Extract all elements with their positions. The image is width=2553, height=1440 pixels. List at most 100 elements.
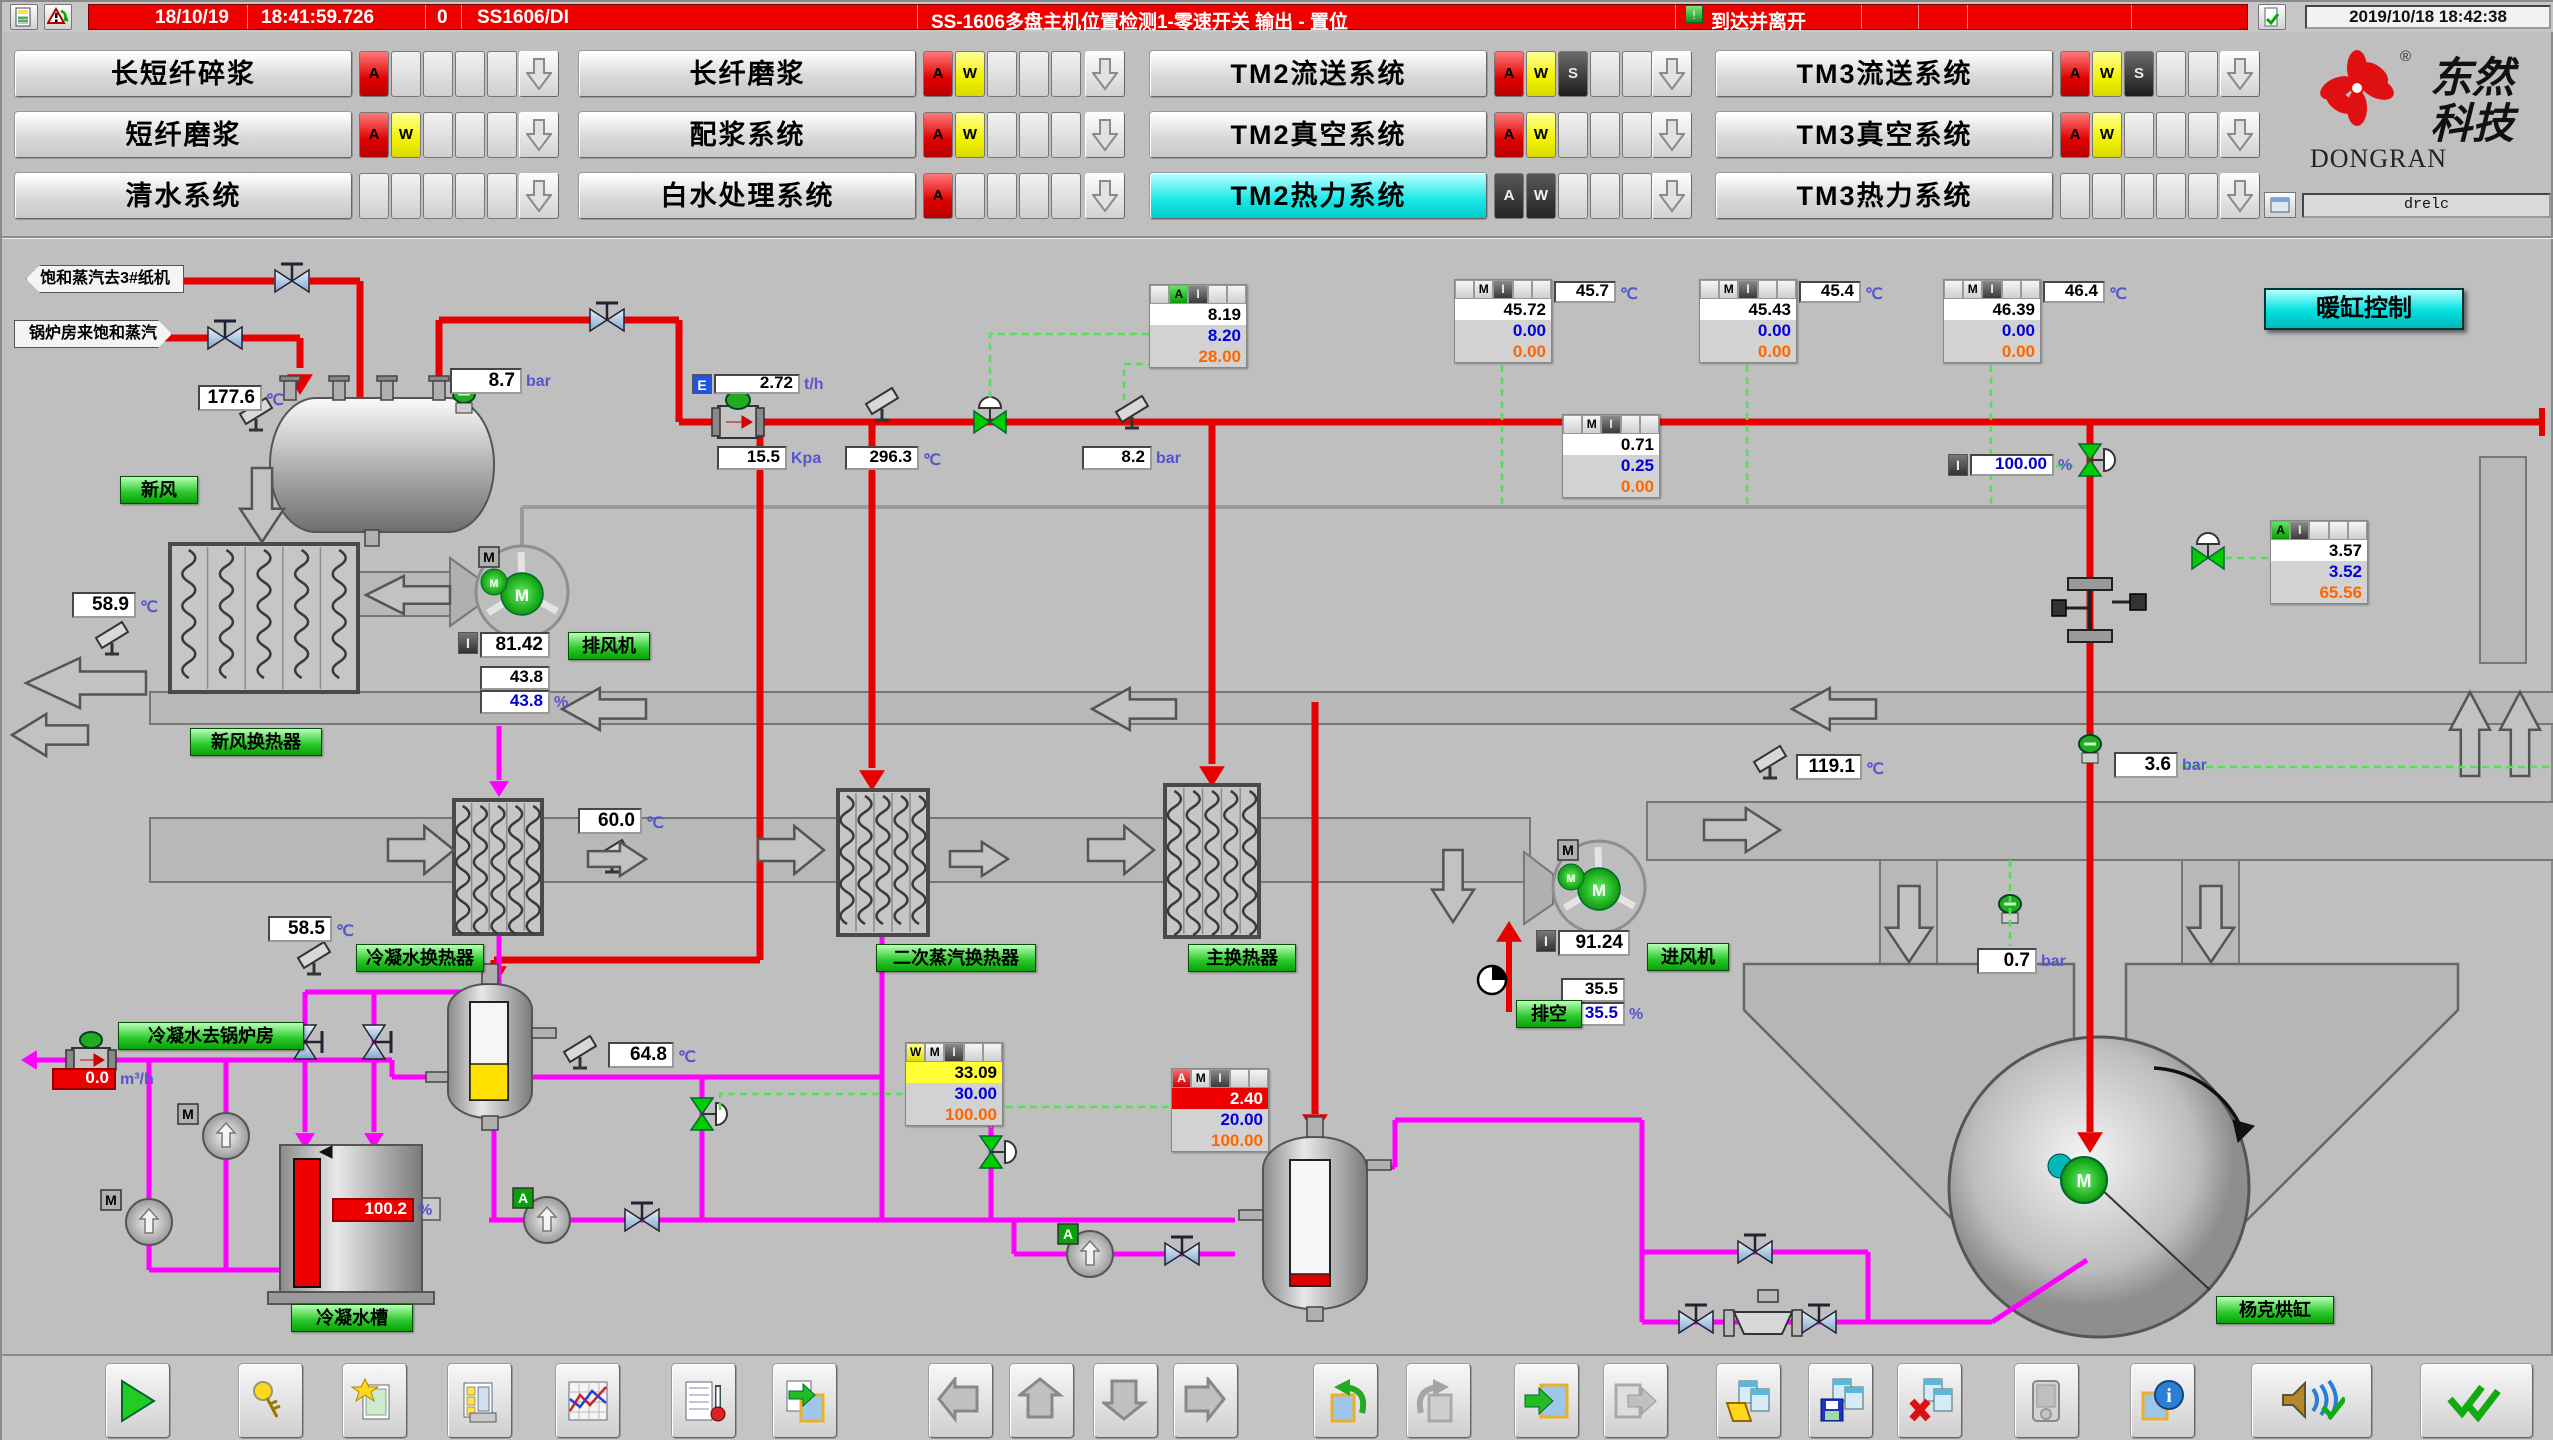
output: 0.00 xyxy=(1700,341,1796,362)
indicator-tag-icon: I xyxy=(1948,454,1968,476)
run-icon xyxy=(114,1377,162,1425)
info-icon: i xyxy=(2139,1377,2187,1425)
value-display-i81[interactable]: 81.42 xyxy=(480,632,550,658)
toolbar-nav-right-button[interactable] xyxy=(1174,1364,1238,1438)
equipment-label-xinfen: 新风 xyxy=(120,476,198,504)
toolbar-ack-all-button[interactable] xyxy=(2421,1364,2533,1438)
setpoint: 8.20 xyxy=(1150,325,1246,346)
process-value: 45.43 xyxy=(1700,299,1796,320)
equipment-label-zhrq: 主换热器 xyxy=(1188,944,1296,972)
toolbar-device-button[interactable] xyxy=(2015,1364,2079,1438)
value-display-t648[interactable]: 64.8 xyxy=(608,1042,674,1068)
value-display-t589[interactable]: 58.9 xyxy=(72,592,136,618)
toolbar-run-button[interactable] xyxy=(106,1364,170,1438)
mode-cell-I: I xyxy=(2290,521,2309,540)
mode-cell-A: A xyxy=(1172,1069,1191,1088)
value-display-t60[interactable]: 60.0 xyxy=(578,808,642,834)
undo-icon xyxy=(1322,1377,1370,1425)
toolbar-report-new-button[interactable] xyxy=(343,1364,407,1438)
value-display-l1002[interactable]: 100.2 xyxy=(332,1198,414,1222)
mode-cell-empty xyxy=(1621,415,1640,434)
value-display-v438a[interactable]: 43.8 xyxy=(480,666,550,690)
toolbar-window-save-button[interactable] xyxy=(1809,1364,1873,1438)
screen-enter-icon xyxy=(1523,1377,1571,1425)
value-display-i91[interactable]: 91.24 xyxy=(1558,930,1630,956)
mode-cell-empty xyxy=(1640,415,1659,434)
cylinder-warmup-button[interactable]: 暖缸控制 xyxy=(2264,288,2464,330)
value-display-v438b[interactable]: 43.8 xyxy=(480,690,550,714)
toolbar-temp-report-button[interactable] xyxy=(672,1364,736,1438)
output: 65.56 xyxy=(2271,582,2367,603)
toolbar-screen-exit-button[interactable] xyxy=(1604,1364,1668,1438)
value-display-t585[interactable]: 58.5 xyxy=(268,916,332,942)
nav-right-icon xyxy=(1182,1377,1230,1425)
key-icon xyxy=(247,1377,295,1425)
process-widgets: 177.6℃8.7barE2.72t/h15.5Kpa296.3℃8.2bar4… xyxy=(2,2,2553,1440)
value-display-tm2[interactable]: 45.4 xyxy=(1799,281,1861,303)
value-display-t119[interactable]: 119.1 xyxy=(1796,754,1862,780)
mode-cell-empty xyxy=(983,1043,1002,1062)
mode-cell-empty xyxy=(1150,285,1169,304)
process-value: 3.57 xyxy=(2271,540,2367,561)
unit-label: bar xyxy=(2041,953,2066,971)
unit-label: ℃ xyxy=(140,597,158,617)
toolbar-window-open-button[interactable] xyxy=(1717,1364,1781,1438)
value-display-v355a[interactable]: 35.5 xyxy=(1561,978,1625,1002)
toolbar-trend-button[interactable] xyxy=(556,1364,620,1438)
value-display-p07[interactable]: 0.7 xyxy=(1977,948,2037,974)
equipment-label-paifengji: 排风机 xyxy=(568,632,650,660)
toolbar-window-close-button[interactable] xyxy=(1898,1364,1962,1438)
output: 0.00 xyxy=(1455,341,1551,362)
pid-faceplate-pid3[interactable]: MI46.390.000.00 xyxy=(1943,279,2041,363)
value-display-i100[interactable]: 100.00 xyxy=(1970,454,2054,476)
toolbar-nav-left-button[interactable] xyxy=(929,1364,993,1438)
value-display-f00[interactable]: 0.0 xyxy=(52,1068,116,1090)
value-display-t177[interactable]: 177.6 xyxy=(198,385,262,411)
mode-cell-M: M xyxy=(1191,1069,1210,1088)
pid-faceplate-pidR[interactable]: AMI2.4020.00100.00 xyxy=(1171,1068,1269,1152)
unit-label: bar xyxy=(1156,450,1181,468)
value-display-p87[interactable]: 8.7 xyxy=(450,368,522,394)
value-display-p36[interactable]: 3.6 xyxy=(2114,752,2178,778)
unit-label: % xyxy=(1629,1006,1643,1024)
unit-label: bar xyxy=(526,373,551,391)
toolbar-nav-down-button[interactable] xyxy=(1094,1364,1158,1438)
value-display-p82[interactable]: 8.2 xyxy=(1082,446,1152,470)
toolbar-screen-enter-button[interactable] xyxy=(1515,1364,1579,1438)
pid-faceplate-pid2[interactable]: MI45.430.000.00 xyxy=(1699,279,1797,363)
setpoint: 0.00 xyxy=(1700,320,1796,341)
mode-cell-A: A xyxy=(2271,521,2290,540)
toolbar-nav-up-button[interactable] xyxy=(1010,1364,1074,1438)
mode-cell-I: I xyxy=(1493,280,1512,299)
value-display-t296[interactable]: 296.3 xyxy=(845,446,919,470)
value-display-tm3[interactable]: 46.4 xyxy=(2043,281,2105,303)
toolbar-info-button[interactable]: i xyxy=(2131,1364,2195,1438)
indicator-tag-icon: I xyxy=(458,632,478,654)
pid-faceplate-pidA[interactable]: AI8.198.2028.00 xyxy=(1149,284,1247,368)
toolbar-report-form-button[interactable] xyxy=(448,1364,512,1438)
toolbar-redo-button[interactable] xyxy=(1407,1364,1471,1438)
pid-faceplate-pid4[interactable]: MI0.710.250.00 xyxy=(1562,414,1660,498)
mode-cell-empty xyxy=(1563,415,1582,434)
setpoint: 0.00 xyxy=(1944,320,2040,341)
mode-cell-empty xyxy=(1777,280,1796,299)
redo-icon xyxy=(1415,1377,1463,1425)
mode-cell-empty xyxy=(1513,280,1532,299)
toolbar-alarm-ack-button[interactable] xyxy=(2252,1364,2372,1438)
unit-label: % xyxy=(418,1202,432,1220)
pid-faceplate-pidG[interactable]: AI3.573.5265.56 xyxy=(2270,520,2368,604)
pid-faceplate-pidW[interactable]: WMI33.0930.00100.00 xyxy=(905,1042,1003,1126)
toolbar-key-button[interactable] xyxy=(239,1364,303,1438)
temp-report-icon xyxy=(680,1377,728,1425)
toolbar-export-button[interactable] xyxy=(773,1364,837,1438)
mode-cell-M: M xyxy=(1963,280,1982,299)
pid-faceplate-pid1[interactable]: MI45.720.000.00 xyxy=(1454,279,1552,363)
toolbar-undo-button[interactable] xyxy=(1314,1364,1378,1438)
value-display-fE[interactable]: 2.72 xyxy=(714,374,800,394)
value-display-tm1[interactable]: 45.7 xyxy=(1554,281,1616,303)
equipment-label-lnshrq: 冷凝水换热器 xyxy=(356,944,484,972)
mode-cell-empty xyxy=(1758,280,1777,299)
output: 100.00 xyxy=(906,1104,1002,1125)
value-display-p155[interactable]: 15.5 xyxy=(717,446,787,470)
nav-left-icon xyxy=(937,1377,985,1425)
